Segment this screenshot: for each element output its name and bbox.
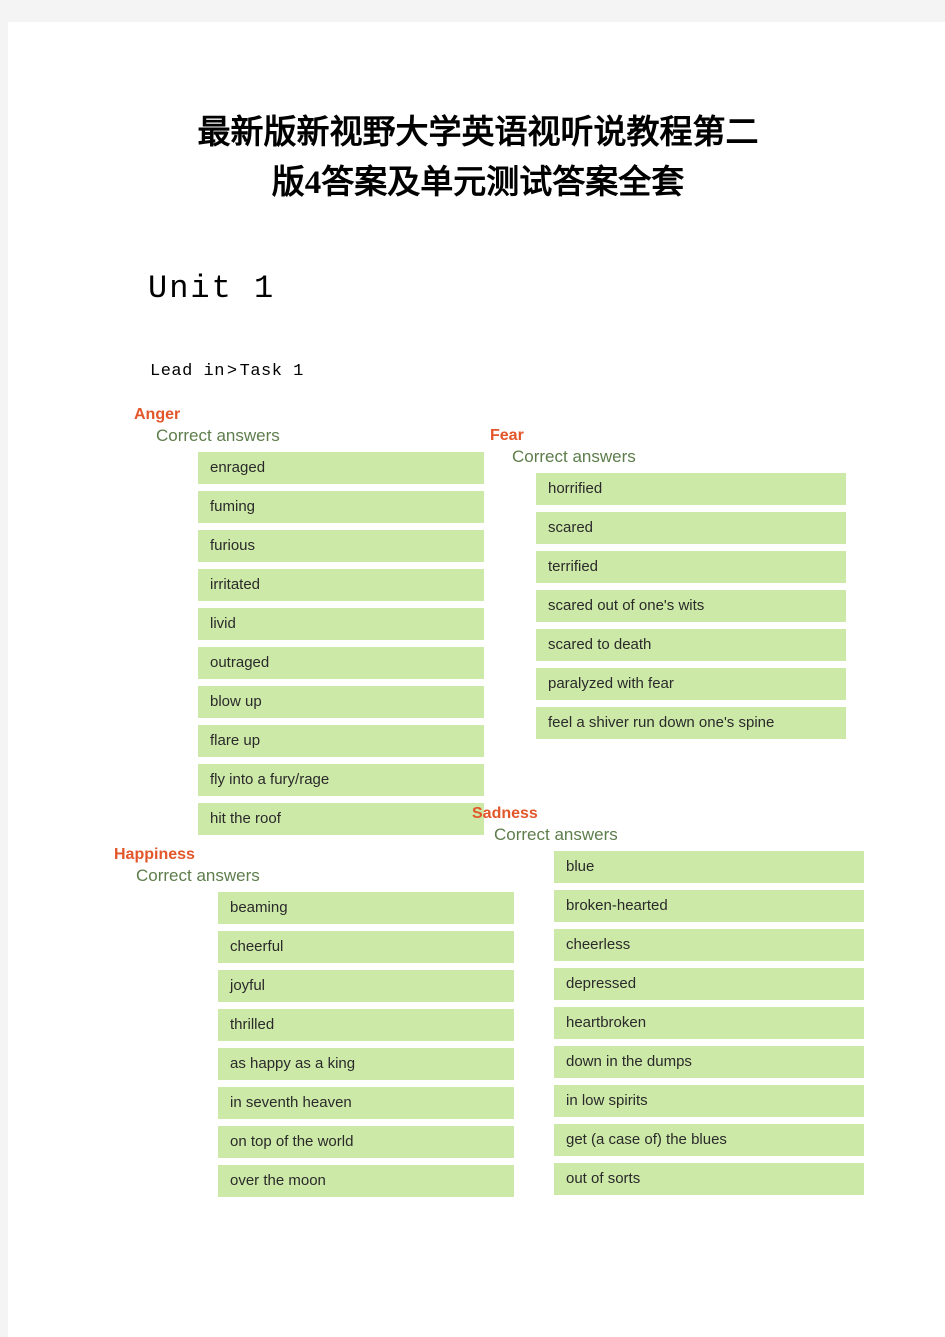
answer-group-happiness: Happiness Correct answers beaming cheerf…: [114, 846, 514, 1204]
answer-item: cheerful: [218, 931, 514, 963]
answer-item: as happy as a king: [218, 1048, 514, 1080]
answer-group-subtitle: Correct answers: [512, 447, 636, 466]
answer-group-subtitle: Correct answers: [136, 866, 260, 885]
answer-item: enraged: [198, 452, 484, 484]
answer-item: over the moon: [218, 1165, 514, 1197]
answer-list: horrified scared terrified scared out of…: [513, 473, 846, 739]
answer-item: heartbroken: [554, 1007, 864, 1039]
answer-item: horrified: [536, 473, 846, 505]
answer-item: broken-hearted: [554, 890, 864, 922]
answer-item: scared: [536, 512, 846, 544]
answer-item: flare up: [198, 725, 484, 757]
answer-item: feel a shiver run down one's spine: [536, 707, 846, 739]
answer-item: down in the dumps: [554, 1046, 864, 1078]
answer-item: cheerless: [554, 929, 864, 961]
answer-item: blow up: [198, 686, 484, 718]
answer-item: livid: [198, 608, 484, 640]
answer-list: blue broken-hearted cheerless depressed …: [513, 851, 864, 1195]
answer-item: irritated: [198, 569, 484, 601]
answer-item: fly into a fury/rage: [198, 764, 484, 796]
answer-item: joyful: [218, 970, 514, 1002]
answer-item: outraged: [198, 647, 484, 679]
breadcrumb-separator-icon: >: [226, 362, 238, 381]
answer-item: paralyzed with fear: [536, 668, 846, 700]
answer-item: in seventh heaven: [218, 1087, 514, 1119]
page-title: 最新版新视野大学英语视听说教程第二 版4答案及单元测试答案全套: [98, 108, 858, 208]
breadcrumb-task: Task 1: [239, 362, 304, 381]
answer-item: terrified: [536, 551, 846, 583]
answer-group-subtitle: Correct answers: [156, 426, 280, 445]
answer-item: get (a case of) the blues: [554, 1124, 864, 1156]
answer-item: thrilled: [218, 1009, 514, 1041]
unit-heading: Unit 1: [148, 270, 276, 307]
answer-group-sadness: Sadness Correct answers blue broken-hear…: [472, 805, 864, 1202]
answer-item: depressed: [554, 968, 864, 1000]
answer-group-anger: Anger Correct answers enraged fuming fur…: [134, 406, 484, 842]
answer-item: furious: [198, 530, 484, 562]
document-page: 最新版新视野大学英语视听说教程第二 版4答案及单元测试答案全套 Unit 1 L…: [8, 22, 945, 1337]
answer-list: beaming cheerful joyful thrilled as happ…: [166, 892, 514, 1197]
answer-item: in low spirits: [554, 1085, 864, 1117]
answer-item: out of sorts: [554, 1163, 864, 1195]
answer-item: on top of the world: [218, 1126, 514, 1158]
answer-item: fuming: [198, 491, 484, 523]
answer-item: scared to death: [536, 629, 846, 661]
answer-list: enraged fuming furious irritated livid o…: [166, 452, 484, 835]
answer-group-title: Anger: [134, 406, 181, 423]
answer-item: blue: [554, 851, 864, 883]
answer-item: beaming: [218, 892, 514, 924]
page-title-line-2: 版4答案及单元测试答案全套: [271, 165, 685, 201]
answer-group-subtitle: Correct answers: [494, 825, 618, 844]
answer-item: hit the roof: [198, 803, 484, 835]
answer-item: scared out of one's wits: [536, 590, 846, 622]
answer-group-title: Sadness: [472, 805, 538, 822]
breadcrumb-section: Lead in: [150, 362, 225, 381]
answer-group-fear: Fear Correct answers horrified scared te…: [490, 427, 846, 746]
answer-group-title: Fear: [490, 427, 524, 444]
page-title-line-1: 最新版新视野大学英语视听说教程第二: [197, 115, 759, 151]
breadcrumb: Lead in > Task 1: [150, 362, 304, 381]
answer-group-title: Happiness: [114, 846, 195, 863]
